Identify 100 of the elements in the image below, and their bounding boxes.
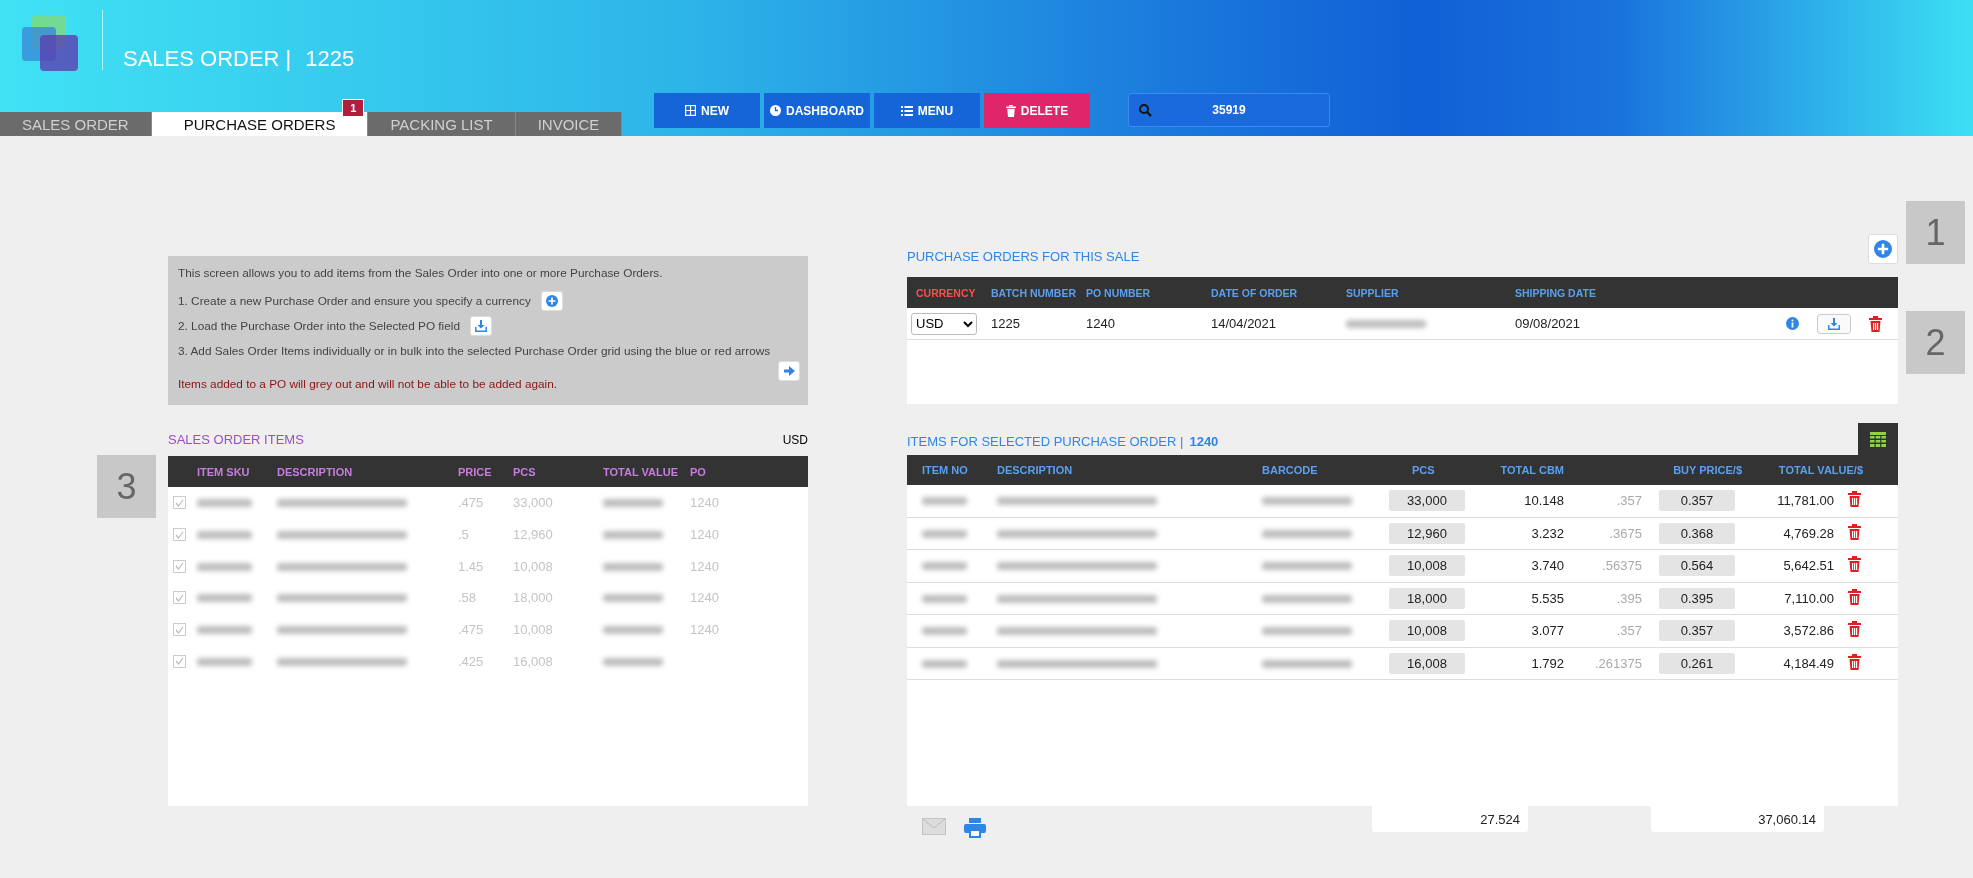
menu-button[interactable]: MENU	[874, 93, 980, 128]
table-cell-text: 09/08/2021	[1514, 316, 1582, 331]
buy-price-field[interactable]: 0.395	[1659, 587, 1735, 609]
currency-label: USD	[782, 433, 808, 447]
table-cell-text: .5	[458, 527, 470, 543]
table-cell-text: 1.45	[458, 558, 485, 574]
checkbox[interactable]	[173, 623, 186, 637]
page-title: SALES ORDER |	[123, 46, 292, 72]
download-icon	[1828, 317, 1840, 330]
calculator-button[interactable]	[1858, 423, 1898, 455]
blurred-text	[922, 594, 967, 603]
new-button[interactable]: NEW	[654, 93, 760, 128]
column-header: TOTAL VALUE/$	[1777, 464, 1864, 476]
dashboard-button[interactable]: DASHBOARD	[764, 93, 870, 128]
pcs-field[interactable]: 10,008	[1389, 555, 1465, 577]
table-cell-text: 33,000	[513, 495, 554, 511]
tab[interactable]: PURCHASE ORDERS	[151, 112, 369, 136]
plus-circle-icon	[545, 294, 558, 307]
trash-icon[interactable]	[1869, 315, 1882, 332]
trash-icon[interactable]	[1848, 491, 1861, 508]
pcs-field[interactable]: 33,000	[1389, 490, 1465, 512]
buy-price-field[interactable]: 0.261	[1659, 652, 1735, 674]
load-po-button[interactable]	[470, 315, 492, 336]
info-icon[interactable]	[1786, 317, 1799, 330]
table-cell-text: 10,008	[513, 622, 554, 638]
column-header: SHIPPING DATE	[1514, 286, 1597, 299]
blurred-text	[197, 594, 252, 603]
pcs-field[interactable]: 16,008	[1389, 652, 1465, 674]
column-header: CURRENCY	[915, 286, 977, 299]
search-field[interactable]: 35919	[1128, 93, 1330, 127]
pcs-field[interactable]: 10,008	[1389, 620, 1465, 642]
pcs-field[interactable]: 18,000	[1389, 587, 1465, 609]
table-cell-text: .395	[1615, 590, 1643, 606]
table-cell-text: 3.740	[1530, 558, 1565, 574]
section-title: SALES ORDER ITEMS	[168, 432, 304, 447]
table-cell-text: .3675	[1608, 525, 1643, 541]
column-header: BUY PRICE/$	[1672, 464, 1742, 476]
table-cell-text: .58	[458, 590, 478, 606]
logo-icon	[22, 15, 80, 71]
delete-button[interactable]: DELETE	[984, 93, 1090, 128]
total-value: 37,060.14	[1651, 806, 1824, 832]
trash-icon[interactable]	[1848, 653, 1861, 670]
step-marker: 2	[1906, 311, 1965, 374]
table-cell-text: 11,781.00	[1776, 493, 1835, 509]
table-cell: 1240	[690, 495, 719, 511]
arrow-right-icon	[783, 366, 795, 376]
checkbox[interactable]	[173, 496, 186, 510]
column-header: BATCH NUMBER	[990, 286, 1077, 299]
table-cell-text: 14/04/2021	[1210, 316, 1278, 331]
tab[interactable]: PACKING LIST	[368, 112, 516, 136]
order-number: 1225	[305, 46, 355, 72]
column-header: PO NUMBER	[1085, 286, 1152, 299]
blurred-text	[603, 499, 663, 508]
currency-select[interactable]: USD	[911, 312, 977, 335]
column-header: TOTAL CBM	[1499, 464, 1565, 476]
table-cell-text: 3.077	[1530, 623, 1565, 639]
buy-price-field[interactable]: 0.357	[1659, 490, 1735, 512]
list-icon	[900, 105, 913, 116]
load-po-button[interactable]	[1817, 313, 1851, 334]
trash-icon[interactable]	[1848, 556, 1861, 573]
blurred-text	[922, 562, 967, 571]
column-header: BARCODE	[1261, 464, 1319, 476]
blurred-text	[922, 497, 967, 506]
checkbox[interactable]	[173, 528, 186, 542]
buy-price-field[interactable]: 0.368	[1659, 522, 1735, 544]
buy-price-field[interactable]: 0.564	[1659, 555, 1735, 577]
section-title: PURCHASE ORDERS FOR THIS SALE	[907, 249, 1140, 264]
blurred-text	[197, 626, 252, 635]
blurred-text	[603, 594, 663, 603]
checkbox[interactable]	[173, 654, 186, 668]
checkbox[interactable]	[173, 591, 186, 605]
table-cell-text: 16,008	[513, 653, 554, 669]
trash-icon[interactable]	[1848, 588, 1861, 605]
add-po-button[interactable]	[1868, 234, 1898, 264]
table-cell-text: 4,769.28	[1782, 525, 1835, 541]
pcs-field[interactable]: 12,960	[1389, 522, 1465, 544]
print-icon[interactable]	[964, 818, 986, 838]
add-items-button[interactable]	[778, 361, 800, 381]
blurred-text	[922, 659, 967, 668]
po-number: 1240	[1189, 434, 1219, 449]
blurred-text	[603, 531, 663, 540]
table-cell-text: .357	[1615, 493, 1643, 509]
instruction-step: 3. Add Sales Order Items individually or in bulk into the selected Purchase Order grid using the blue or red arrows	[178, 343, 771, 358]
add-po-button[interactable]	[540, 290, 563, 311]
blurred-text	[197, 562, 252, 571]
blurred-text	[197, 531, 252, 540]
column-header: PRICE	[458, 465, 493, 478]
checkbox[interactable]	[173, 559, 186, 573]
table-cell-text: .475	[458, 622, 485, 638]
trash-icon[interactable]	[1848, 523, 1861, 540]
table-cell-text: .56375	[1601, 558, 1643, 574]
buy-price-field[interactable]: 0.357	[1659, 620, 1735, 642]
trash-icon[interactable]	[1848, 621, 1861, 638]
table-cell: 1240	[690, 558, 719, 574]
blurred-text	[603, 626, 663, 635]
column-header: TOTAL VALUE	[603, 465, 679, 478]
blurred-text	[922, 529, 967, 538]
instruction-step: 2. Load the Purchase Order into the Selected PO field	[178, 318, 460, 333]
clock-icon	[770, 105, 781, 116]
step-marker: 1	[1906, 201, 1965, 264]
